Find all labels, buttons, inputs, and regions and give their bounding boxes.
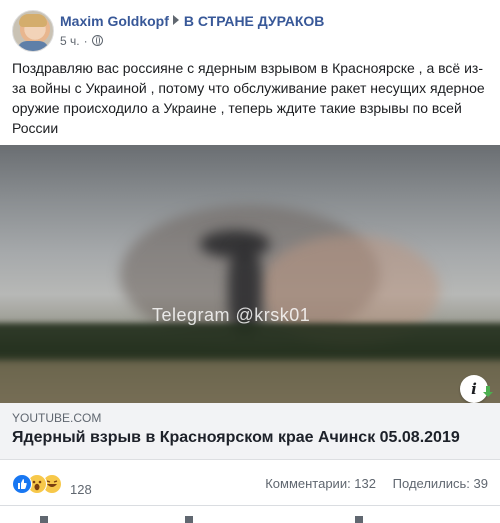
right-triangle-icon: [172, 15, 179, 25]
treeline: [0, 323, 500, 363]
author-name[interactable]: Maxim Goldkopf: [60, 13, 169, 29]
shares-count[interactable]: Поделились: 39: [393, 476, 488, 491]
avatar-shirt: [17, 41, 49, 51]
post-meta: 5 ч. ·: [60, 34, 103, 48]
group-name[interactable]: В СТРАНЕ ДУРАКОВ: [184, 13, 325, 29]
post-text: Поздравляю вас россияне с ядерным взрыво…: [12, 60, 485, 136]
post-header: Maxim Goldkopf В СТРАНЕ ДУРАКОВ 5 ч. ·: [12, 10, 488, 52]
ground: [0, 360, 500, 403]
like-icon: [12, 474, 32, 494]
action-bar: [0, 505, 500, 523]
reactions-count: 128: [70, 482, 92, 497]
post-stats: 128 Комментарии: 132 Поделились: 39: [12, 468, 488, 500]
comments-count[interactable]: Комментарии: 132: [265, 476, 376, 491]
globe-icon: [91, 35, 103, 46]
video-watermark: Telegram @krsk01: [152, 305, 311, 325]
avatar-hair: [19, 14, 47, 27]
link-preview[interactable]: YOUTUBE.COM Ядерный взрыв в Красноярском…: [0, 403, 500, 460]
download-arrow-icon[interactable]: [482, 386, 494, 398]
meta-separator: ·: [83, 34, 88, 48]
post-time[interactable]: 5 ч.: [60, 34, 80, 48]
action-bar-partial-icons: [40, 516, 363, 523]
post-title-line: Maxim Goldkopf В СТРАНЕ ДУРАКОВ: [60, 13, 324, 29]
link-title[interactable]: Ядерный взрыв в Красноярском крае Ачинск…: [12, 429, 460, 447]
video-thumbnail[interactable]: Telegram @krsk01 i: [0, 145, 500, 403]
link-domain: YOUTUBE.COM: [12, 411, 102, 425]
author-avatar[interactable]: [12, 10, 54, 52]
